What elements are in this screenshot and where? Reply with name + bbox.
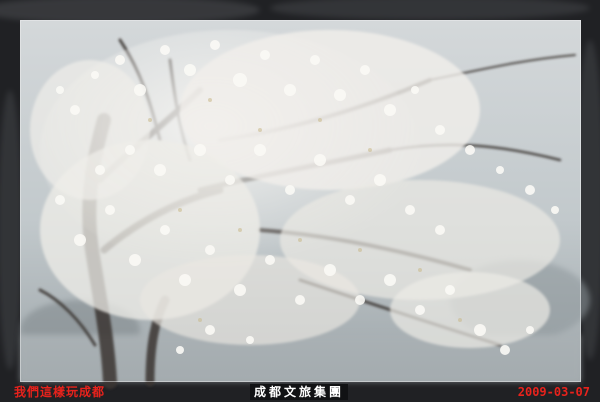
caption-left-text: 我們這樣玩成都 (14, 385, 106, 399)
caption-center-text: 成都文旅集團 (250, 384, 349, 400)
photo-frame: 我們這樣玩成都 成都文旅集團 2009-03-07 (0, 0, 600, 402)
caption-date-text: 2009-03-07 (517, 385, 590, 399)
blossom-photo (0, 0, 600, 402)
